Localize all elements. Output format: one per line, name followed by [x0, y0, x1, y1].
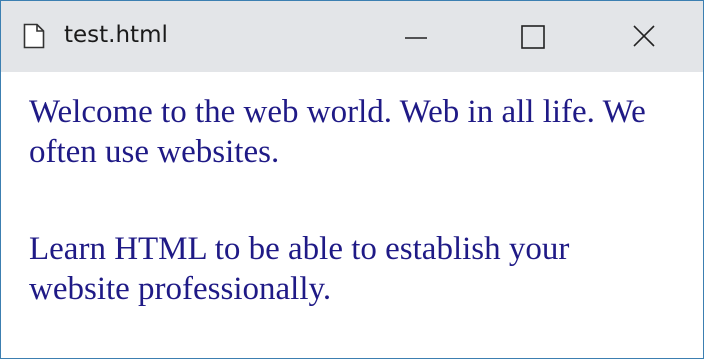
paragraph-learn-html: Learn HTML to be able to establish your …: [29, 231, 570, 307]
document-icon: [23, 23, 45, 49]
minimize-icon: [405, 37, 427, 39]
page-content: Welcome to the web world. Web in all lif…: [1, 72, 703, 358]
close-icon: [633, 25, 655, 47]
window-title: test.html: [64, 22, 168, 48]
close-button[interactable]: [609, 1, 679, 72]
paragraph-welcome: Welcome to the web world. Web in all lif…: [29, 94, 646, 170]
maximize-button[interactable]: [499, 1, 569, 72]
title-bar[interactable]: test.html: [1, 1, 703, 72]
browser-window: test.html Welcome to the web world. Web …: [0, 0, 704, 359]
minimize-button[interactable]: [381, 1, 451, 72]
maximize-icon: [521, 25, 545, 49]
